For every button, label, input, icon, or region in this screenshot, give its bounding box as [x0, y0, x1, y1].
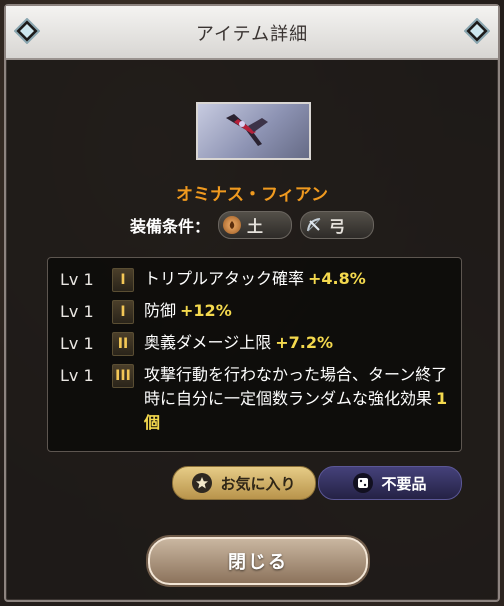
unneeded-button[interactable]: 不要品 [318, 466, 462, 500]
skill-row: Lv 1 I トリプルアタック確率 +4.8% [60, 268, 449, 292]
skill-value: +7.2% [275, 333, 333, 352]
skill-description: 奥義ダメージ上限 +7.2% [144, 331, 449, 355]
skill-rank-badge: I [112, 300, 134, 324]
favorite-button[interactable]: お気に入り [172, 466, 316, 500]
skill-text: 奥義ダメージ上限 [144, 333, 272, 352]
weapon-icon [226, 114, 268, 146]
skill-row: Lv 1 III 攻撃行動を行わなかった場合、ターン終了時に自分に一定個数ランダ… [60, 364, 449, 435]
element-label: 土 [247, 217, 264, 236]
equip-label: 装備条件： [130, 217, 211, 236]
weapon-type-label: 弓 [329, 217, 346, 236]
modal-header: アイテム詳細 [6, 6, 498, 60]
skill-text: 防御 [144, 301, 177, 320]
skill-rank-badge: I [112, 268, 134, 292]
skill-row: Lv 1 I 防御 +12% [60, 300, 449, 324]
bow-icon [305, 216, 323, 234]
skills-panel: Lv 1 I トリプルアタック確率 +4.8% Lv 1 I 防御 +12% Lv … [47, 257, 462, 452]
equip-conditions: 装備条件： 土 弓 [130, 211, 375, 239]
close-button[interactable]: 閉じる [148, 537, 368, 585]
skill-level: Lv 1 [60, 334, 94, 353]
skill-description: 攻撃行動を行わなかった場合、ターン終了時に自分に一定個数ランダムな強化効果 1個 [144, 363, 449, 435]
skill-level: Lv 1 [60, 270, 94, 289]
favorite-label: お気に入り [220, 474, 296, 493]
star-icon [192, 473, 213, 493]
dice-icon [353, 473, 374, 493]
item-name: オミナス・フィアン [176, 185, 328, 205]
diamond-ornament-icon [464, 18, 490, 44]
skill-text: 攻撃行動を行わなかった場合、ターン終了時に自分に一定個数ランダムな強化効果 [144, 365, 448, 408]
skill-text: トリプルアタック確率 [144, 269, 305, 288]
skill-rank-badge: II [112, 332, 134, 356]
skill-description: トリプルアタック確率 +4.8% [144, 267, 449, 291]
unneeded-label: 不要品 [381, 474, 427, 493]
skill-description: 防御 +12% [144, 299, 449, 323]
skill-level: Lv 1 [60, 302, 94, 321]
weapon-type-badge: 弓 [300, 211, 375, 239]
item-detail-modal: アイテム詳細 オミナス・フィアン 装備条件： 土 弓 Lv 1 I トリプルアタ… [4, 4, 500, 602]
skill-value: +4.8% [308, 269, 366, 288]
skill-level: Lv 1 [60, 366, 94, 385]
item-image [196, 102, 311, 160]
element-badge: 土 [218, 211, 293, 239]
skill-rank-badge: III [112, 364, 134, 388]
skill-value: +12% [180, 301, 232, 320]
skill-row: Lv 1 II 奥義ダメージ上限 +7.2% [60, 332, 449, 356]
page-title: アイテム詳細 [195, 24, 309, 45]
earth-element-icon [223, 216, 242, 234]
